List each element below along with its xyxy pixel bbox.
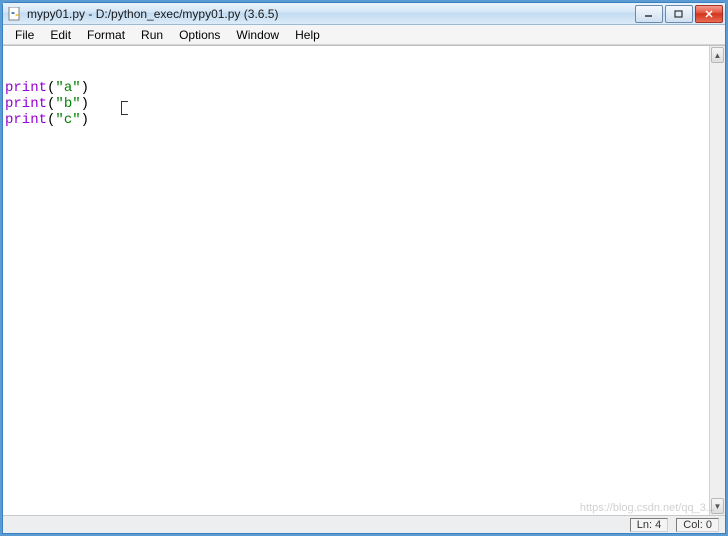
menubar: File Edit Format Run Options Window Help [3,25,725,45]
window-controls [633,5,723,23]
python-file-icon [7,6,23,22]
menu-format[interactable]: Format [79,27,133,43]
menu-file[interactable]: File [7,27,42,43]
status-line: Ln: 4 [630,518,668,532]
menu-help[interactable]: Help [287,27,328,43]
maximize-button[interactable] [665,5,693,23]
scroll-up-icon[interactable]: ▲ [711,47,724,63]
titlebar[interactable]: mypy01.py - D:/python_exec/mypy01.py (3.… [3,3,725,25]
menu-window[interactable]: Window [228,27,287,43]
scroll-track[interactable] [710,64,725,497]
menu-edit[interactable]: Edit [42,27,79,43]
statusbar: Ln: 4 Col: 0 [3,515,725,533]
status-col: Col: 0 [676,518,719,532]
code-editor[interactable]: print("a")print("b")print("c") [3,46,709,515]
vertical-scrollbar[interactable]: ▲ ▼ [709,46,725,515]
minimize-button[interactable] [635,5,663,23]
code-line: print("c") [5,112,707,128]
code-line: print("b") [5,96,707,112]
menu-options[interactable]: Options [171,27,228,43]
idle-window: mypy01.py - D:/python_exec/mypy01.py (3.… [2,2,726,534]
window-title: mypy01.py - D:/python_exec/mypy01.py (3.… [27,7,633,21]
menu-run[interactable]: Run [133,27,171,43]
scroll-down-icon[interactable]: ▼ [711,498,724,514]
code-line: print("a") [5,80,707,96]
close-button[interactable] [695,5,723,23]
editor-area: print("a")print("b")print("c") ▲ ▼ https… [3,45,725,515]
